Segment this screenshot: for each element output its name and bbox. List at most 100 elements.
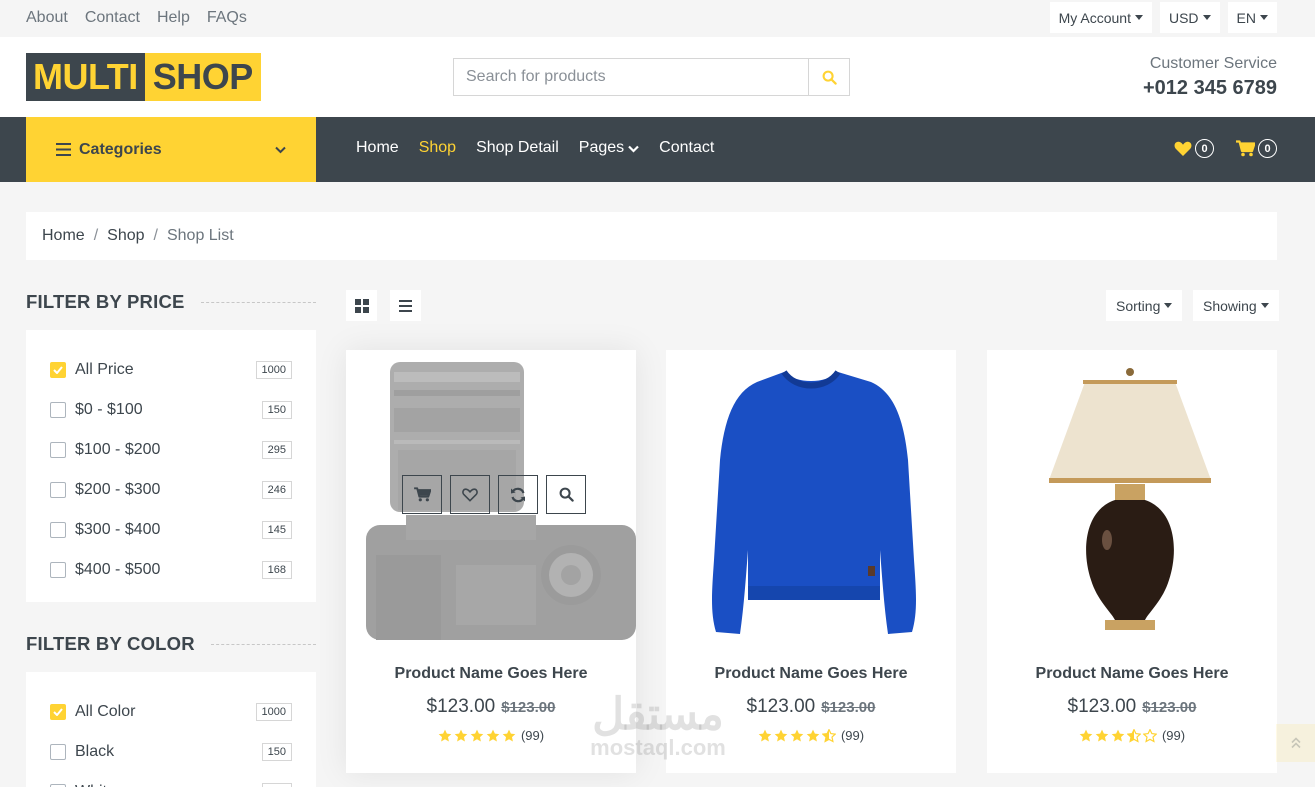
search-input[interactable] bbox=[454, 59, 808, 95]
current-price: $123.00 bbox=[426, 696, 496, 717]
chevron-down-icon bbox=[628, 145, 639, 153]
list-icon bbox=[399, 299, 412, 312]
currency-dropdown[interactable]: USD bbox=[1159, 2, 1220, 33]
nav-link-shop-detail[interactable]: Shop Detail bbox=[476, 139, 559, 157]
cart-button[interactable]: 0 bbox=[1236, 139, 1277, 158]
old-price: $123.00 bbox=[1142, 699, 1197, 716]
filter-option[interactable]: $200 - $300 246 bbox=[50, 470, 292, 510]
filter-checkbox[interactable] bbox=[50, 362, 66, 378]
language-dropdown[interactable]: EN bbox=[1227, 2, 1277, 33]
quick-view-button[interactable] bbox=[546, 475, 586, 514]
sorting-label: Sorting bbox=[1116, 297, 1161, 314]
star-half-icon bbox=[1126, 728, 1141, 743]
filter-checkbox[interactable] bbox=[50, 522, 66, 538]
nav-link-pages[interactable]: Pages bbox=[579, 139, 639, 157]
top-link-contact[interactable]: Contact bbox=[85, 9, 140, 27]
double-chevron-up-icon bbox=[1290, 737, 1301, 749]
product-card[interactable]: Product Name Goes Here $123.00 $123.00 (9… bbox=[346, 350, 636, 773]
top-link-faqs[interactable]: FAQs bbox=[207, 9, 247, 27]
nav-link-pages-label: Pages bbox=[578, 139, 625, 156]
filter-checkbox[interactable] bbox=[50, 562, 66, 578]
product-name[interactable]: Product Name Goes Here bbox=[666, 665, 956, 683]
product-rating: (99) bbox=[987, 728, 1277, 743]
top-dropdowns: My Account USD EN bbox=[1049, 2, 1277, 33]
filter-color-panel: All Color 1000 Black 150 White295 bbox=[26, 672, 316, 787]
nav-link-shop[interactable]: Shop bbox=[419, 139, 456, 157]
heading-divider bbox=[210, 643, 316, 645]
categories-toggle[interactable]: Categories bbox=[26, 117, 316, 182]
filter-checkbox[interactable] bbox=[50, 704, 66, 720]
current-price: $123.00 bbox=[746, 696, 816, 717]
my-account-dropdown[interactable]: My Account bbox=[1049, 2, 1152, 33]
star-empty-icon bbox=[1142, 728, 1157, 743]
star-icon bbox=[454, 729, 468, 741]
list-view-button[interactable] bbox=[390, 290, 421, 321]
logo-part-shop: SHOP bbox=[144, 53, 261, 101]
filter-option[interactable]: All Price 1000 bbox=[50, 350, 292, 390]
sorting-dropdown[interactable]: Sorting bbox=[1106, 290, 1183, 321]
top-link-about[interactable]: About bbox=[26, 9, 68, 27]
product-image-blue-sweater[interactable] bbox=[666, 350, 956, 640]
product-card[interactable]: Product Name Goes Here $123.00 $123.00 (9… bbox=[666, 350, 956, 773]
back-to-top-button[interactable] bbox=[1276, 724, 1315, 762]
filter-option[interactable]: $300 - $400 145 bbox=[50, 510, 292, 550]
breadcrumb: Home / Shop / Shop List bbox=[26, 212, 1277, 260]
site-header: MULTI SHOP Customer Service +012 345 678… bbox=[0, 37, 1315, 117]
filter-price-heading: FILTER BY PRICE bbox=[26, 290, 316, 314]
filter-option[interactable]: Black 150 bbox=[50, 732, 292, 772]
filter-option[interactable]: $400 - $500 168 bbox=[50, 550, 292, 590]
filter-option[interactable]: $0 - $100 150 bbox=[50, 390, 292, 430]
product-name[interactable]: Product Name Goes Here bbox=[346, 665, 636, 683]
product-card[interactable]: Product Name Goes Here $123.00 $123.00 (9… bbox=[987, 350, 1277, 773]
top-links: About Contact Help FAQs bbox=[26, 9, 247, 27]
old-price: $123.00 bbox=[821, 699, 876, 716]
currency-label: USD bbox=[1168, 9, 1199, 26]
menu-bars-icon bbox=[56, 143, 71, 156]
filter-checkbox[interactable] bbox=[50, 744, 66, 760]
filter-count-badge: 295 bbox=[261, 783, 292, 787]
star-icon bbox=[758, 729, 772, 741]
nav-link-contact[interactable]: Contact bbox=[659, 139, 714, 157]
caret-down-icon bbox=[1202, 15, 1211, 20]
star-icon bbox=[502, 729, 516, 741]
product-name[interactable]: Product Name Goes Here bbox=[987, 665, 1277, 683]
top-link-help[interactable]: Help bbox=[157, 9, 190, 27]
filter-option-label: All Color bbox=[75, 703, 136, 720]
caret-down-icon bbox=[1260, 303, 1269, 308]
product-image-table-lamp[interactable] bbox=[987, 350, 1277, 640]
star-icon bbox=[806, 729, 820, 741]
product-price: $123.00 $123.00 bbox=[346, 696, 636, 718]
filter-option-label: $0 - $100 bbox=[75, 401, 143, 418]
search-icon bbox=[559, 487, 574, 502]
showing-dropdown[interactable]: Showing bbox=[1193, 290, 1279, 321]
product-image-camera[interactable] bbox=[346, 350, 636, 640]
main-navbar: Categories Home Shop Shop Detail Pages C… bbox=[0, 117, 1315, 182]
language-label: EN bbox=[1236, 9, 1256, 26]
filter-option-label: $100 - $200 bbox=[75, 441, 161, 458]
search-button[interactable] bbox=[808, 59, 849, 95]
breadcrumb-shop[interactable]: Shop bbox=[107, 227, 144, 245]
filter-count-badge: 150 bbox=[261, 401, 292, 419]
nav-link-home[interactable]: Home bbox=[356, 139, 399, 157]
filter-option-label: White bbox=[75, 783, 262, 787]
filter-checkbox[interactable] bbox=[50, 482, 66, 498]
wishlist-button[interactable]: 0 bbox=[1174, 139, 1214, 158]
site-logo[interactable]: MULTI SHOP bbox=[26, 53, 261, 101]
filter-option[interactable]: White295 bbox=[50, 772, 292, 787]
add-to-cart-button[interactable] bbox=[402, 475, 442, 514]
compare-button[interactable] bbox=[498, 475, 538, 514]
star-icon bbox=[486, 729, 500, 741]
filter-option-label: $300 - $400 bbox=[75, 521, 161, 538]
add-to-wishlist-button[interactable] bbox=[450, 475, 490, 514]
breadcrumb-home[interactable]: Home bbox=[42, 227, 85, 245]
cart-icon bbox=[1236, 140, 1255, 157]
filter-checkbox[interactable] bbox=[50, 402, 66, 418]
caret-down-icon bbox=[1260, 15, 1268, 20]
star-icon bbox=[438, 729, 452, 741]
heart-icon bbox=[1174, 141, 1192, 156]
filter-checkbox[interactable] bbox=[50, 442, 66, 458]
filter-count-badge: 246 bbox=[261, 481, 292, 499]
grid-view-button[interactable] bbox=[346, 290, 377, 321]
filter-option[interactable]: $100 - $200 295 bbox=[50, 430, 292, 470]
filter-option[interactable]: All Color 1000 bbox=[50, 692, 292, 732]
